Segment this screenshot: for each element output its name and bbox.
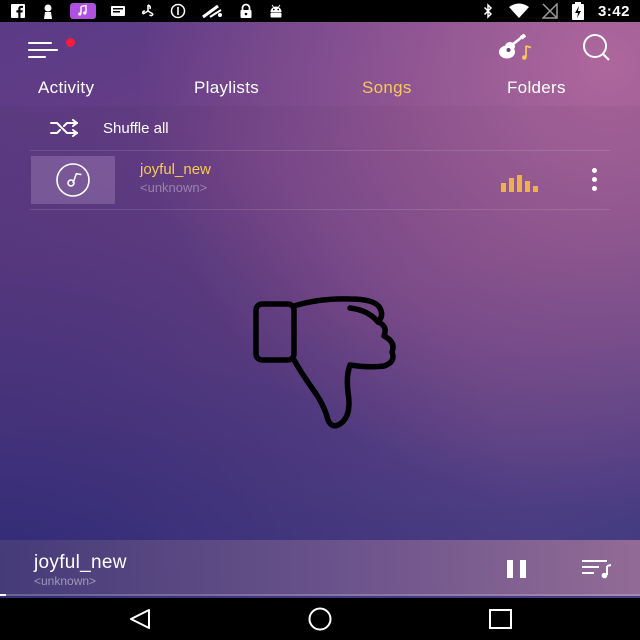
equalizer-icon [501,172,541,192]
shuffle-icon [50,119,78,137]
fm-radio-icon [200,3,224,19]
song-more-options-button[interactable] [584,166,604,196]
battery-charging-icon [570,2,586,20]
search-button[interactable] [578,32,612,64]
status-bar-time: 3:42 [597,2,630,20]
tab-bar: Activity Playlists Songs Folders [0,74,640,106]
now-playing-artist: <unknown> [34,574,97,588]
status-bar: 3:42 [0,0,640,22]
divider [30,150,610,151]
song-row[interactable]: joyful_new <unknown> [0,152,640,210]
recents-icon [489,609,512,629]
android-icon [268,3,284,19]
back-icon [130,609,150,629]
shuffle-all-label: Shuffle all [103,120,169,137]
queue-music-icon [582,560,612,579]
divider [30,209,610,210]
recents-button[interactable] [487,607,515,631]
menu-button[interactable] [26,34,75,62]
app-toolbar [0,22,640,74]
wifi-icon [508,3,530,19]
no-signal-icon [541,3,558,19]
lock-icon [238,3,254,19]
now-playing-title: joyful_new [34,552,127,573]
music-player-screen: 3:42 Activity Playlists Songs Folders Sh… [0,0,640,640]
message-icon [110,3,126,19]
song-artist: <unknown> [140,180,208,195]
thumbs-down-icon [253,296,396,429]
album-art [31,156,115,204]
queue-button[interactable] [580,558,612,580]
tab-playlists[interactable]: Playlists [194,78,259,98]
music-notification-icon [70,3,96,19]
now-playing-bar[interactable]: joyful_new <unknown> [0,540,640,596]
shuffle-all-button[interactable]: Shuffle all [0,106,640,150]
notification-dot [66,38,75,47]
facebook-icon [10,3,26,19]
info-icon [170,3,186,19]
search-icon [583,34,610,61]
song-title: joyful_new [140,161,211,178]
playback-progress-bar[interactable] [0,594,640,596]
playback-progress-fill [0,594,7,596]
bluetooth-icon [480,3,496,19]
tab-songs[interactable]: Songs [362,78,412,98]
guitar-music-button[interactable] [496,33,534,62]
tab-folders[interactable]: Folders [507,78,566,98]
home-button[interactable] [305,607,333,631]
tab-activity[interactable]: Activity [38,78,94,98]
status-bar-notifications [10,0,284,22]
fan-icon [140,3,156,19]
music-disc-icon [56,163,90,197]
navigation-bar [0,598,640,640]
pause-button[interactable] [505,560,531,580]
guitar-music-icon [499,33,532,60]
person-notification-icon [40,3,56,19]
back-button[interactable] [127,607,155,631]
status-bar-system: 3:42 [480,0,630,22]
home-icon [308,607,332,631]
